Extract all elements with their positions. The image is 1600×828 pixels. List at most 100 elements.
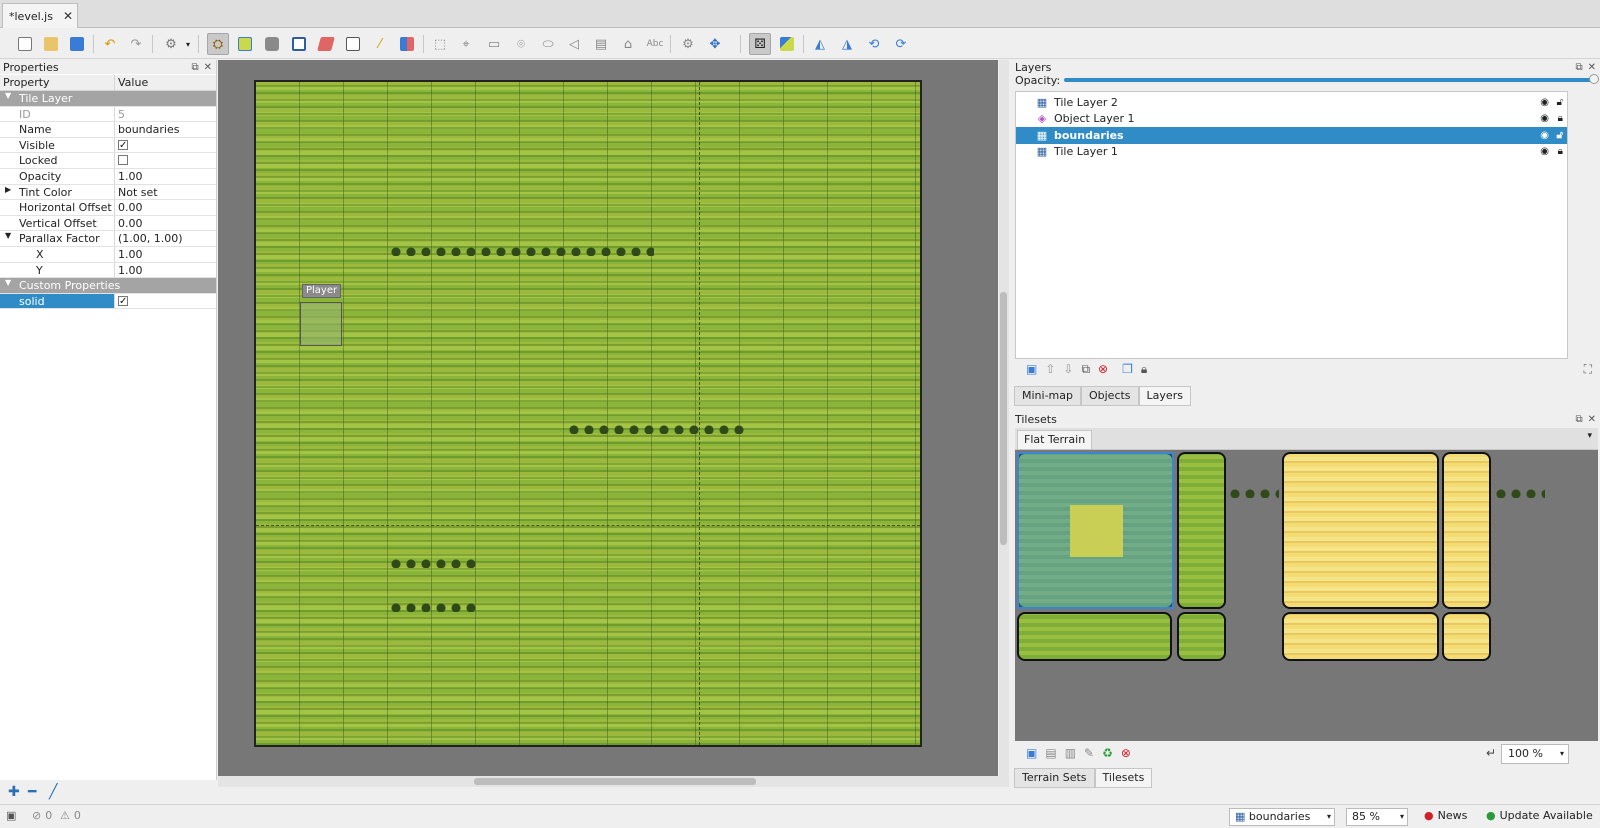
remove-tileset-icon[interactable]: ⊗ [1121, 746, 1131, 760]
property-row-parallax-y[interactable]: Y 1.00 [0, 262, 216, 279]
tileset-tab-flat-terrain[interactable]: Flat Terrain [1017, 430, 1093, 450]
property-row-solid[interactable]: solid [0, 293, 216, 310]
close-panel-icon[interactable]: ✕ [1588, 62, 1596, 73]
lock-unlock-others-icon[interactable]: 🔒︎ [1141, 362, 1147, 377]
property-row-horizontal-offset[interactable]: Horizontal Offset 0.00 [0, 200, 216, 216]
unlock-icon[interactable]: 🔓︎ [1557, 97, 1563, 108]
eraser-icon[interactable] [315, 33, 337, 55]
tileset-zoom-select[interactable]: 100 % ▾ [1501, 744, 1569, 764]
undo-icon[interactable]: ↶ [99, 33, 121, 55]
redo-icon[interactable]: ↷ [125, 33, 147, 55]
close-panel-icon[interactable]: ✕ [1588, 414, 1596, 425]
layer-row[interactable]: ▦ Tile Layer 2 ◉ 🔓︎ [1016, 94, 1567, 111]
embed-tileset-icon[interactable]: ▤ [1045, 746, 1056, 760]
insert-tile-icon[interactable]: ▤ [590, 33, 612, 55]
flip-vertical-icon[interactable]: ◮ [836, 33, 858, 55]
insert-rectangle-icon[interactable]: ▭ [483, 33, 505, 55]
console-icon[interactable]: ▣ [6, 809, 16, 822]
close-tab-icon[interactable]: ✕ [63, 9, 73, 23]
rock-tiles[interactable] [1229, 488, 1279, 498]
lower-layer-icon[interactable]: ⇩ [1063, 362, 1073, 377]
rock-tiles[interactable] [1495, 488, 1545, 498]
tab-layers[interactable]: Layers [1138, 386, 1191, 406]
select-same-tile-icon[interactable] [396, 33, 418, 55]
eye-icon[interactable]: ◉ [1540, 130, 1549, 141]
status-layer-select[interactable]: ▦ boundaries ▾ [1229, 808, 1335, 826]
highlight-current-layer-icon[interactable]: ⛶ [1584, 362, 1592, 377]
export-tileset-icon[interactable]: ▥ [1065, 746, 1076, 760]
dynamic-wrapping-icon[interactable]: ♻ [1102, 746, 1113, 760]
grass-single-tile[interactable] [1177, 612, 1226, 661]
rotate-left-icon[interactable]: ⟲ [863, 33, 885, 55]
tab-tilesets[interactable]: Tilesets [1094, 768, 1153, 788]
rename-property-icon[interactable]: ╱ [49, 784, 57, 800]
sand-tiles[interactable] [1282, 452, 1439, 609]
save-file-icon[interactable] [66, 33, 88, 55]
canvas-horizontal-scroll-thumb[interactable] [474, 778, 756, 785]
property-row-tint-color[interactable]: ▶ Tint Color Not set [0, 184, 216, 201]
random-mode-icon[interactable]: ⚄ [749, 33, 771, 55]
float-panel-icon[interactable]: ⧉ [1575, 62, 1582, 73]
lock-icon[interactable]: 🔒︎ [1558, 113, 1563, 124]
property-row-opacity[interactable]: Opacity 1.00 [0, 169, 216, 185]
opacity-slider[interactable] [1064, 74, 1599, 84]
edit-tileset-icon[interactable]: ✎ [1084, 746, 1094, 760]
lock-icon[interactable]: 🔒︎ [1558, 146, 1563, 157]
eye-icon[interactable]: ◉ [1540, 146, 1549, 157]
visible-checkbox[interactable] [118, 138, 128, 152]
select-objects-icon[interactable]: ⬚ [429, 33, 451, 55]
float-panel-icon[interactable]: ⧉ [1575, 414, 1582, 425]
magic-wand-icon[interactable]: ⁄ [369, 33, 391, 55]
insert-text-icon[interactable]: Abc [644, 33, 666, 55]
layer-row[interactable]: ◈ Object Layer 1 ◉ 🔒︎ [1016, 111, 1567, 128]
new-tileset-icon[interactable]: ▣ [1026, 746, 1037, 760]
opacity-slider-handle[interactable] [1589, 74, 1599, 84]
insert-point-icon[interactable]: ⌾ [510, 33, 532, 55]
unlock-icon[interactable]: 🔓︎ [1557, 130, 1563, 141]
grass-row-tiles[interactable] [1017, 612, 1172, 661]
property-row-visible[interactable]: Visible [0, 137, 216, 154]
rectangle-select-icon[interactable] [342, 33, 364, 55]
layer-row[interactable]: ▦ Tile Layer 1 ◉ 🔒︎ [1016, 144, 1567, 161]
add-property-icon[interactable]: ✚ [8, 784, 20, 800]
grass-center-tile[interactable] [1070, 505, 1123, 557]
property-row-name[interactable]: Name boundaries [0, 122, 216, 138]
commands-dropdown-icon[interactable]: ▾ [177, 33, 199, 55]
rotate-right-icon[interactable]: ⟳ [890, 33, 912, 55]
new-layer-icon[interactable]: ▣ [1026, 362, 1037, 377]
show-hide-others-icon[interactable]: ❐ [1122, 362, 1133, 377]
property-group-tile-layer[interactable]: ▼ Tile Layer [0, 91, 216, 107]
terrain-brush-icon[interactable] [234, 33, 256, 55]
tileset-list-dropdown-icon[interactable]: ▾ [1587, 431, 1592, 441]
close-panel-icon[interactable]: ✕ [204, 62, 212, 73]
dynamic-wrap-toggle-icon[interactable]: ↵ [1486, 746, 1496, 760]
grass-column-tiles[interactable] [1177, 452, 1226, 609]
wang-fill-icon[interactable] [776, 33, 798, 55]
insert-ellipse-icon[interactable]: ⬭ [537, 33, 559, 55]
eye-icon[interactable]: ◉ [1540, 97, 1549, 108]
bucket-fill-icon[interactable] [261, 33, 283, 55]
remove-property-icon[interactable]: ━ [28, 784, 36, 800]
flip-horizontal-icon[interactable]: ◭ [809, 33, 831, 55]
update-available-button[interactable]: ● Update Available [1486, 809, 1593, 822]
edit-polygons-icon[interactable]: ⌖ [455, 33, 477, 55]
insert-polygon-icon[interactable]: ◁ [563, 33, 585, 55]
float-panel-icon[interactable]: ⧉ [191, 62, 198, 73]
new-file-icon[interactable] [14, 33, 36, 55]
sand-single-tile[interactable] [1442, 612, 1491, 661]
error-count[interactable]: ⊘ 0 [32, 809, 52, 822]
delete-layer-icon[interactable]: ⊗ [1098, 362, 1108, 377]
property-row-parallax-factor[interactable]: ▼ Parallax Factor (1.00, 1.00) [0, 231, 216, 247]
tab-mini-map[interactable]: Mini-map [1014, 386, 1081, 406]
insert-template-icon[interactable]: ⌂ [617, 33, 639, 55]
canvas-vertical-scroll-thumb[interactable] [1000, 292, 1007, 545]
document-tab[interactable]: *level.js ✕ [2, 3, 78, 28]
layer-row-selected[interactable]: ▦ boundaries ◉ 🔓︎ [1016, 127, 1567, 144]
tab-terrain-sets[interactable]: Terrain Sets [1014, 768, 1095, 788]
sand-row-tiles[interactable] [1282, 612, 1439, 661]
eye-icon[interactable]: ◉ [1540, 113, 1549, 124]
open-file-icon[interactable] [40, 33, 62, 55]
property-row-parallax-x[interactable]: X 1.00 [0, 247, 216, 263]
world-tool-icon[interactable]: ⚙ [677, 33, 699, 55]
status-zoom-select[interactable]: 85 % ▾ [1346, 808, 1408, 826]
